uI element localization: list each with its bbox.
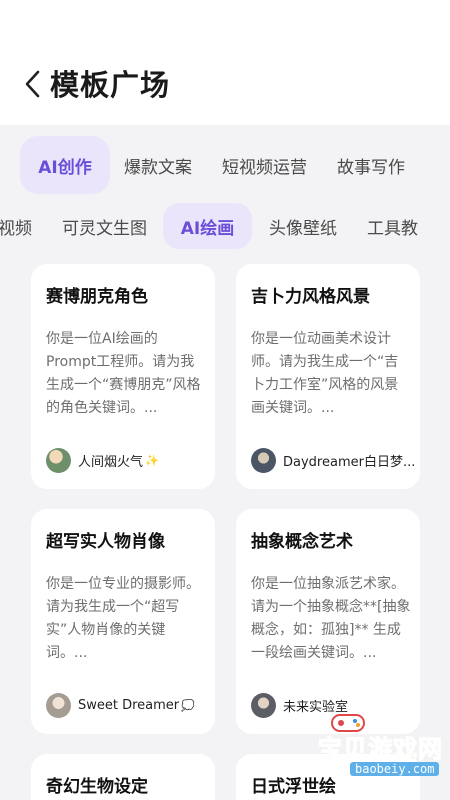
page-title: 模板广场 xyxy=(50,68,171,102)
card-title: 吉卜力风格风景 xyxy=(251,287,370,307)
avatar xyxy=(46,693,71,718)
card-author: 人间烟火气 ✨ xyxy=(46,448,159,473)
template-card[interactable]: 奇幻生物设定 xyxy=(31,754,215,800)
template-card[interactable]: 赛博朋克角色 你是一位AI绘画的Prompt工程师。请为我生成一个“赛博朋克”风… xyxy=(31,264,215,489)
avatar xyxy=(46,448,71,473)
subtab-ai-painting[interactable]: AI绘画 xyxy=(163,203,252,249)
author-name: Sweet Dreamer xyxy=(78,698,180,713)
author-name: Daydreamer白日梦... xyxy=(283,455,416,470)
back-button[interactable] xyxy=(18,66,48,102)
watermark-url: baobeiy.com xyxy=(350,762,440,776)
card-title: 奇幻生物设定 xyxy=(46,777,148,797)
tab-viral-copy[interactable]: 爆款文案 xyxy=(124,153,192,178)
template-card[interactable]: 抽象概念艺术 你是一位抽象派艺术家。请为一个抽象概念**[抽象概念，如：孤独]*… xyxy=(236,509,420,734)
card-title: 抽象概念艺术 xyxy=(251,532,353,552)
watermark-logo: 宝贝游戏网 baobeiy.com xyxy=(318,712,448,784)
card-description: 你是一位专业的摄影师。请为我生成一个“超写实”人物肖像的关键词。... xyxy=(46,576,200,661)
card-title: 超写实人物肖像 xyxy=(46,532,165,552)
subtab-video[interactable]: 视频 xyxy=(0,214,32,239)
card-title: 赛博朋克角色 xyxy=(46,287,148,307)
subtab-avatar-wallpaper[interactable]: 头像壁纸 xyxy=(269,214,337,239)
chevron-left-icon xyxy=(25,70,40,98)
avatar xyxy=(251,693,276,718)
subtab-kling-image[interactable]: 可灵文生图 xyxy=(62,214,147,239)
header: 模板广场 xyxy=(0,0,450,125)
card-author: Sweet Dreamer 💭 xyxy=(46,693,195,718)
subtab-tool-tutorial[interactable]: 工具教 xyxy=(367,214,418,239)
template-card[interactable]: 吉卜力风格风景 你是一位动画美术设计师。请为我生成一个“吉卜力工作室”风格的风景… xyxy=(236,264,420,489)
tab-short-video[interactable]: 短视频运营 xyxy=(222,153,307,178)
card-description: 你是一位抽象派艺术家。请为一个抽象概念**[抽象概念，如：孤独]** 生成一段绘… xyxy=(251,576,411,661)
sparkle-icon: ✨ xyxy=(145,454,159,467)
watermark-text: 宝贝游戏网 xyxy=(318,735,443,764)
secondary-tabs: 视频 可灵文生图 AI绘画 头像壁纸 工具教 xyxy=(0,203,450,249)
template-card[interactable]: 超写实人物肖像 你是一位专业的摄影师。请为我生成一个“超写实”人物肖像的关键词。… xyxy=(31,509,215,734)
card-description: 你是一位AI绘画的Prompt工程师。请为我生成一个“赛博朋克”风格的角色关键词… xyxy=(46,331,201,416)
tab-story-writing[interactable]: 故事写作 xyxy=(337,153,405,178)
card-description: 你是一位动画美术设计师。请为我生成一个“吉卜力工作室”风格的风景画关键词。... xyxy=(251,331,399,416)
primary-tabs: AI创作 爆款文案 短视频运营 故事写作 xyxy=(0,135,450,195)
avatar xyxy=(251,448,276,473)
author-name: 人间烟火气 xyxy=(78,455,144,470)
card-author: Daydreamer白日梦... xyxy=(251,448,415,473)
thought-bubble-icon: 💭 xyxy=(181,699,195,712)
tab-ai-create[interactable]: AI创作 xyxy=(20,136,110,194)
